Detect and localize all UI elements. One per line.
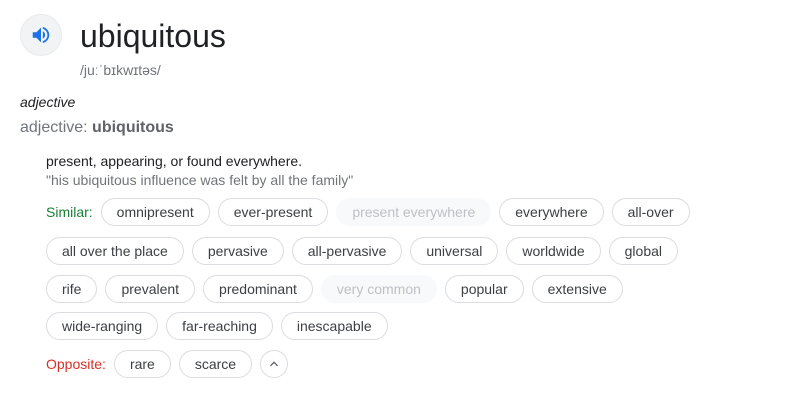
similar-chip-inescapable[interactable]: inescapable xyxy=(280,312,388,340)
opposite-label: Opposite: xyxy=(46,356,106,372)
similar-chip-popular[interactable]: popular xyxy=(444,275,524,303)
opposite-chip-rare[interactable]: rare xyxy=(113,350,171,378)
similar-chip-all-over-the-place[interactable]: all over the place xyxy=(46,237,184,265)
pos-word: ubiquitous xyxy=(92,119,174,136)
similar-row-2: all over the place pervasive all-pervasive… xyxy=(46,237,686,265)
similar-row-3: rife prevalent predominant very common popul… xyxy=(46,275,631,303)
similar-chip-very-common: very common xyxy=(320,275,437,303)
title-block: ubiquitous /juːˈbɪkwɪtəs/ xyxy=(80,18,226,79)
similar-chip-far-reaching[interactable]: far-reaching xyxy=(166,312,273,340)
similar-chip-global[interactable]: global xyxy=(608,237,679,265)
example-sentence: "his ubiquitous influence was felt by al… xyxy=(46,172,354,188)
similar-chip-ever-present[interactable]: ever-present xyxy=(217,198,329,226)
similar-chip-extensive[interactable]: extensive xyxy=(531,275,623,303)
similar-chip-prevalent[interactable]: prevalent xyxy=(105,275,196,303)
pronunciation-text: /juːˈbɪkwɪtəs/ xyxy=(80,62,161,78)
similar-chip-pervasive[interactable]: pervasive xyxy=(191,237,284,265)
similar-chip-predominant[interactable]: predominant xyxy=(203,275,313,303)
opposite-chip-scarce[interactable]: scarce xyxy=(178,350,253,378)
similar-chip-present-everywhere: present everywhere xyxy=(336,198,492,226)
similar-row-1: Similar: omnipresent ever-present present … xyxy=(46,198,698,226)
headword: ubiquitous xyxy=(80,18,226,54)
similar-chip-universal[interactable]: universal xyxy=(410,237,499,265)
opposite-row: Opposite: rare scarce xyxy=(46,350,289,378)
similar-chip-wide-ranging[interactable]: wide-ranging xyxy=(46,312,159,340)
similar-chip-worldwide[interactable]: worldwide xyxy=(506,237,601,265)
definition-text: present, appearing, or found everywhere. xyxy=(46,153,303,169)
part-of-speech: adjective xyxy=(20,94,76,110)
pronunciation-audio-button[interactable] xyxy=(20,14,62,56)
part-of-speech-line: adjective: ubiquitous xyxy=(20,119,174,137)
similar-chip-all-over[interactable]: all-over xyxy=(611,198,690,226)
similar-row-4: wide-ranging far-reaching inescapable xyxy=(46,312,396,340)
volume-up-icon xyxy=(32,26,50,44)
similar-chip-omnipresent[interactable]: omnipresent xyxy=(100,198,210,226)
similar-label: Similar: xyxy=(46,204,93,220)
entry-header: ubiquitous /juːˈbɪkwɪtəs/ xyxy=(20,14,226,79)
similar-chip-everywhere[interactable]: everywhere xyxy=(499,198,604,226)
pos-prefix: adjective: xyxy=(20,119,93,136)
similar-chip-rife[interactable]: rife xyxy=(46,275,98,303)
chevron-up-icon xyxy=(270,361,279,367)
collapse-synonyms-button[interactable] xyxy=(260,350,289,378)
similar-chip-all-pervasive[interactable]: all-pervasive xyxy=(291,237,403,265)
